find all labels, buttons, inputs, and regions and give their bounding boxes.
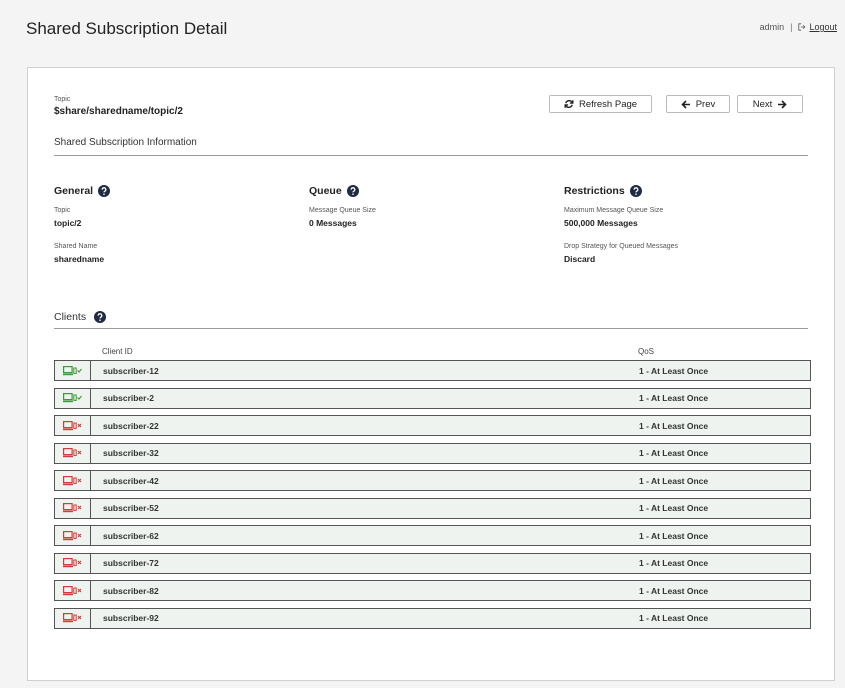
client-id: subscriber-2 bbox=[103, 393, 155, 403]
queue-size-value: 0 Messages bbox=[309, 218, 357, 228]
client-disconnected-icon bbox=[62, 585, 81, 595]
client-disconnected-icon bbox=[62, 558, 81, 568]
table-row[interactable]: subscriber-92 1 - At Least Once bbox=[54, 607, 811, 629]
client-disconnected-icon bbox=[62, 475, 81, 485]
client-id: subscriber-42 bbox=[103, 475, 159, 486]
user-area: admin | Logout bbox=[760, 22, 837, 32]
next-button[interactable]: Next bbox=[737, 95, 803, 113]
refresh-label: Refresh Page bbox=[578, 98, 638, 110]
max-queue-label: Maximum Message Queue Size bbox=[564, 207, 664, 214]
prev-button[interactable]: Prev bbox=[666, 95, 730, 113]
table-row[interactable]: subscriber-22 1 - At Least Once bbox=[54, 415, 811, 436]
client-disconnected-icon bbox=[62, 613, 81, 623]
separator: | bbox=[790, 22, 793, 32]
client-id: subscriber-22 bbox=[103, 420, 159, 431]
status-cell bbox=[55, 608, 91, 628]
refresh-icon bbox=[564, 99, 574, 109]
queue-title-text: Queue bbox=[309, 185, 342, 197]
username: admin bbox=[759, 22, 785, 32]
client-qos: 1 - At Least Once bbox=[639, 420, 709, 431]
clients-title-text: Clients bbox=[54, 311, 87, 323]
status-cell bbox=[55, 361, 91, 380]
general-title-text: General bbox=[54, 185, 94, 197]
clients-title: Clients bbox=[54, 311, 107, 323]
queue-title: Queue bbox=[309, 185, 359, 197]
column-header-client-id: Client ID bbox=[102, 347, 133, 356]
status-cell bbox=[55, 553, 91, 573]
client-id: subscriber-62 bbox=[103, 530, 159, 541]
logout-label: Logout bbox=[809, 22, 837, 32]
client-qos: 1 - At Least Once bbox=[639, 503, 709, 513]
column-header-qos: QoS bbox=[638, 347, 655, 356]
section-divider bbox=[54, 155, 808, 156]
status-cell bbox=[55, 581, 91, 600]
logout-link[interactable]: Logout bbox=[798, 22, 837, 32]
general-topic-label: Topic bbox=[54, 207, 71, 214]
client-qos: 1 - At Least Once bbox=[639, 558, 709, 568]
client-qos: 1 - At Least Once bbox=[639, 613, 709, 623]
client-id: subscriber-32 bbox=[103, 448, 159, 458]
status-cell bbox=[55, 443, 91, 463]
general-title: General bbox=[54, 185, 111, 197]
status-cell bbox=[55, 388, 91, 408]
client-qos: 1 - At Least Once bbox=[639, 448, 709, 458]
question-circle-icon[interactable] bbox=[94, 311, 107, 323]
client-connected-icon bbox=[62, 393, 82, 403]
status-cell bbox=[55, 416, 91, 435]
refresh-page-button[interactable]: Refresh Page bbox=[549, 95, 652, 113]
max-queue-value: 500,000 Messages bbox=[564, 218, 638, 228]
clients-divider bbox=[54, 328, 808, 329]
restrictions-title: Restrictions bbox=[564, 185, 642, 197]
client-qos: 1 - At Least Once bbox=[639, 585, 709, 596]
arrow-left-icon bbox=[681, 99, 690, 109]
table-row[interactable]: subscriber-2 1 - At Least Once bbox=[54, 387, 811, 409]
client-id: subscriber-12 bbox=[103, 365, 159, 376]
topic-label: Topic bbox=[54, 96, 71, 103]
client-disconnected-icon bbox=[62, 530, 81, 540]
shared-name-value: sharedname bbox=[54, 254, 105, 264]
general-topic-value: topic/2 bbox=[54, 218, 82, 228]
sign-out-icon bbox=[798, 23, 806, 31]
client-qos: 1 - At Least Once bbox=[639, 530, 709, 541]
status-cell bbox=[55, 526, 91, 545]
table-row[interactable]: subscriber-62 1 - At Least Once bbox=[54, 525, 811, 546]
section-title: Shared Subscription Information bbox=[54, 137, 197, 148]
restrictions-title-text: Restrictions bbox=[564, 185, 625, 197]
table-row[interactable]: subscriber-12 1 - At Least Once bbox=[54, 360, 811, 381]
table-row[interactable]: subscriber-72 1 - At Least Once bbox=[54, 552, 811, 574]
status-cell bbox=[55, 471, 91, 490]
client-id: subscriber-82 bbox=[103, 585, 159, 596]
topic-value: $share/sharedname/topic/2 bbox=[54, 106, 183, 117]
drop-strategy-label: Drop Strategy for Queued Messages bbox=[564, 243, 679, 250]
queue-size-label: Message Queue Size bbox=[309, 207, 376, 214]
question-circle-icon[interactable] bbox=[98, 185, 111, 197]
arrow-right-icon bbox=[778, 99, 787, 109]
client-disconnected-icon bbox=[62, 448, 81, 458]
client-id: subscriber-92 bbox=[103, 613, 159, 623]
table-row[interactable]: subscriber-82 1 - At Least Once bbox=[54, 580, 811, 601]
client-qos: 1 - At Least Once bbox=[639, 365, 709, 376]
question-circle-icon[interactable] bbox=[629, 185, 642, 197]
client-id: subscriber-72 bbox=[103, 558, 159, 568]
table-row[interactable]: subscriber-32 1 - At Least Once bbox=[54, 442, 811, 464]
client-id: subscriber-52 bbox=[103, 503, 159, 513]
client-qos: 1 - At Least Once bbox=[639, 393, 709, 403]
drop-strategy-value: Discard bbox=[564, 254, 596, 264]
client-connected-icon bbox=[62, 365, 82, 375]
next-label: Next bbox=[752, 98, 773, 110]
page-title: Shared Subscription Detail bbox=[26, 19, 228, 38]
detail-panel: Topic $share/sharedname/topic/2 Refresh … bbox=[27, 67, 835, 681]
shared-name-label: Shared Name bbox=[54, 243, 98, 250]
client-qos: 1 - At Least Once bbox=[639, 475, 709, 486]
table-row[interactable]: subscriber-42 1 - At Least Once bbox=[54, 470, 811, 491]
client-disconnected-icon bbox=[62, 503, 81, 513]
clients-table: subscriber-12 1 - At Least Once subscriber… bbox=[54, 360, 811, 635]
question-circle-icon[interactable] bbox=[346, 185, 359, 197]
table-row[interactable]: subscriber-52 1 - At Least Once bbox=[54, 497, 811, 519]
client-disconnected-icon bbox=[62, 420, 81, 430]
prev-label: Prev bbox=[695, 98, 716, 110]
status-cell bbox=[55, 498, 91, 518]
